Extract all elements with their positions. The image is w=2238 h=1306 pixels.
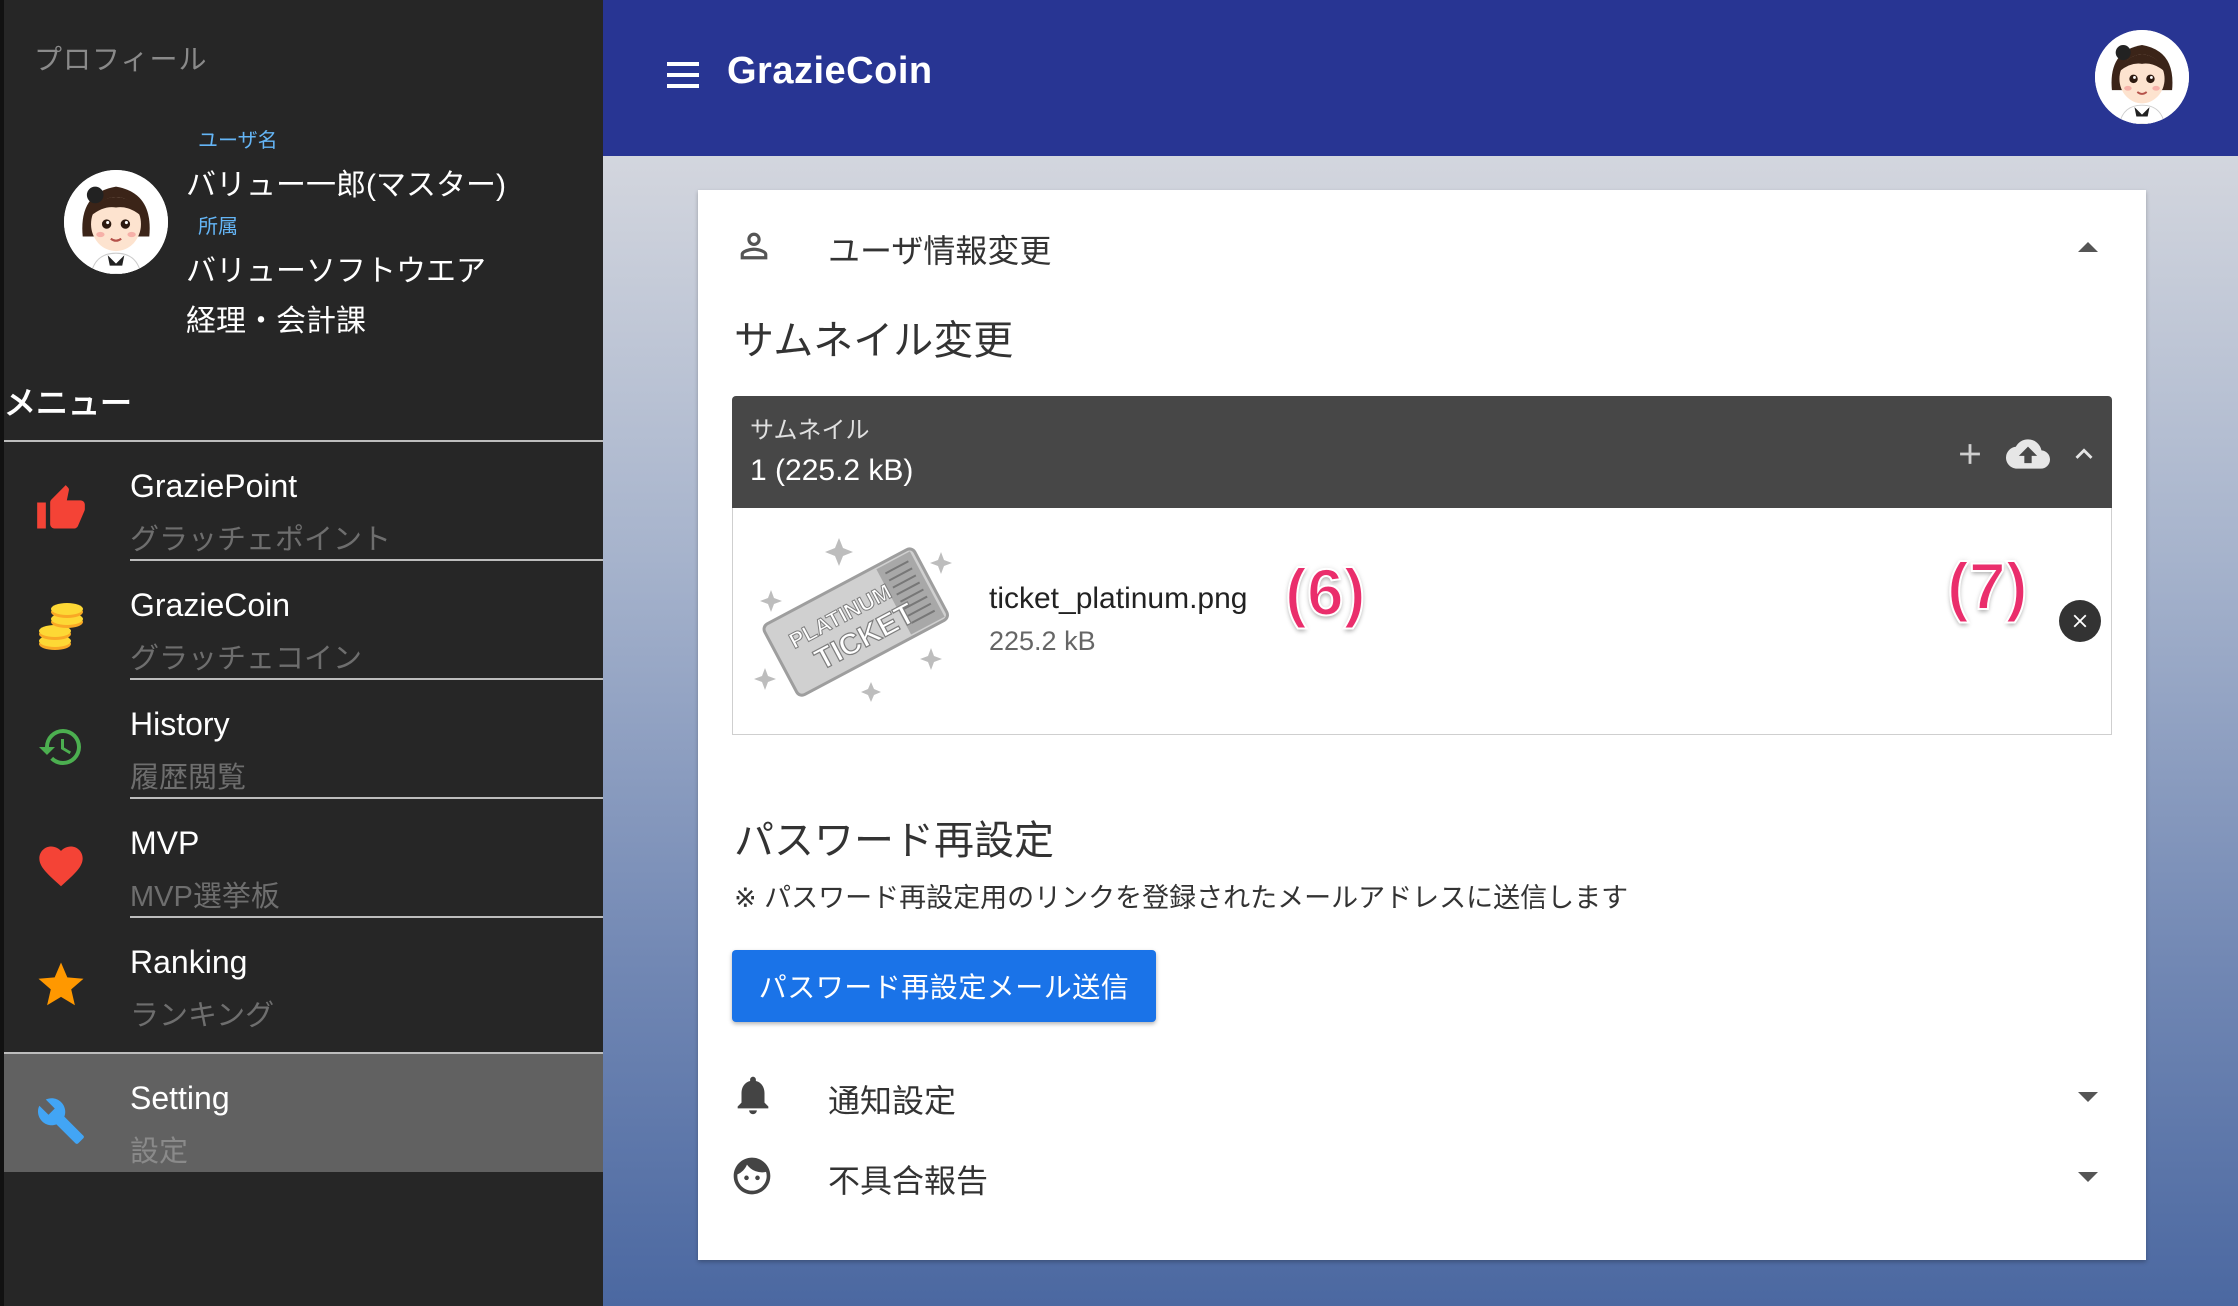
notification-panel-title: 通知設定 [828,1083,957,1119]
menu-item-subtitle: ランキング [130,1000,275,1032]
bell-icon [730,1072,776,1118]
app-title: GrazieCoin [727,50,933,92]
file-input-label: サムネイル [750,417,870,444]
remove-file-button[interactable] [2059,600,2101,642]
menu-item-subtitle: グラッチェコイン [130,643,363,675]
annotation-6: (6) [1284,554,1367,630]
user-info-panel-title: ユーザ情報変更 [828,233,1052,269]
notification-panel-header[interactable]: 通知設定 [698,1060,2146,1130]
close-icon [2073,614,2087,628]
menu-item-subtitle: 履歴閲覧 [130,762,247,794]
file-name: ticket_platinum.png [989,582,1248,615]
send-password-reset-button[interactable]: パスワード再設定メール送信 [732,950,1156,1022]
menu-divider [4,1052,603,1054]
menu-item-title: GrazieCoin [130,587,291,623]
person-icon [734,226,774,266]
chevron-down-icon [2078,1092,2098,1102]
menu-item-subtitle: MVP選挙板 [130,881,280,913]
menu-item-title: MVP [130,825,200,861]
menu-item-setting[interactable]: Setting 設定 [4,1054,603,1172]
bug-report-panel-title: 不具合報告 [828,1163,989,1199]
username-caption: ユーザ名 [198,130,278,152]
thumbs-up-icon [32,480,90,538]
file-list: PLATINUM TICKET ticket_platinum.png 225.… [732,508,2112,735]
settings-card: ユーザ情報変更 サムネイル変更 サムネイル 1 (225.2 kB) PLATI… [698,190,2146,1260]
file-thumbnail: PLATINUM TICKET [749,528,959,708]
star-icon [32,956,90,1014]
app-bar: GrazieCoin [603,0,2238,156]
heart-icon [32,837,90,895]
menu-item-subtitle: グラッチェポイント [130,524,392,556]
username: バリュー一郎(マスター) [186,169,506,202]
coins-icon [32,599,90,657]
menu-item-title: Ranking [130,944,248,980]
profile-heading: プロフィール [34,44,208,75]
menu-item-graziepoint[interactable]: GraziePoint グラッチェポイント [4,442,603,561]
password-note: ※ パスワード再設定用のリンクを登録されたメールアドレスに送信します [734,883,1629,913]
face-icon [730,1154,774,1198]
thumbnail-section-title: サムネイル変更 [734,319,1014,363]
header-avatar[interactable] [2095,30,2189,124]
menu-item-graziecoin[interactable]: GrazieCoin グラッチェコイン [4,561,603,680]
annotation-7: (7) [1946,548,2029,624]
add-icon[interactable] [1948,432,1992,476]
file-input-value: 1 (225.2 kB) [750,454,914,487]
menu-item-title: GraziePoint [130,468,298,504]
menu-item-subtitle: 設定 [130,1136,189,1168]
menu-item-ranking[interactable]: Ranking ランキング [4,918,603,1036]
menu-item-title: Setting [130,1080,230,1116]
department-name: 経理・会計課 [186,305,366,338]
cloud-upload-icon[interactable] [2006,432,2050,476]
menu-item-mvp[interactable]: MVP MVP選挙板 [4,799,603,918]
password-section-title: パスワード再設定 [734,819,1054,863]
navigation-drawer: プロフィール ユーザ名 バリュー一郎(マスター) 所属 バリューソフトウエア 経… [0,0,603,1306]
company-name: バリューソフトウエア [186,255,486,288]
file-size: 225.2 kB [989,626,1096,656]
history-icon [32,718,90,776]
menu-heading: メニュー [4,385,133,421]
menu-item-title: History [130,706,230,742]
menu-item-history[interactable]: History 履歴閲覧 [4,680,603,799]
hamburger-menu-icon[interactable] [667,62,699,88]
chevron-up-icon[interactable] [2062,432,2106,476]
bug-report-panel-header[interactable]: 不具合報告 [698,1140,2146,1210]
thumbnail-file-input[interactable]: サムネイル 1 (225.2 kB) [732,396,2112,508]
chevron-up-icon [2078,242,2098,252]
affiliation-caption: 所属 [198,216,238,238]
wrench-icon [32,1092,90,1150]
profile-avatar [64,170,168,274]
chevron-down-icon [2078,1172,2098,1182]
user-info-panel-header[interactable]: ユーザ情報変更 [698,210,2146,280]
